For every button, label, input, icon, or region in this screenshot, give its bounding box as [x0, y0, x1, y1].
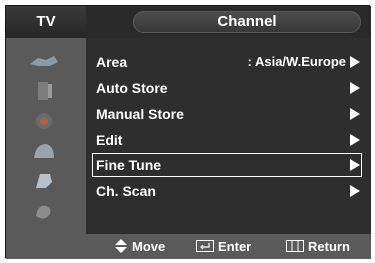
right-arrow-icon [350, 159, 360, 171]
menu-item-label: Fine Tune [96, 157, 162, 173]
menu-item-label: Edit [96, 132, 123, 148]
menu-return-icon [286, 240, 304, 255]
enter-hint: Enter [196, 239, 251, 255]
osd-frame: TV Channel Area: Asia/W.Europe Auto Sto… [0, 0, 375, 263]
right-arrow-icon [350, 108, 360, 120]
application-icon[interactable] [24, 200, 64, 222]
header-bar: Channel [86, 6, 371, 38]
sound-icon[interactable] [24, 80, 64, 102]
menu-item-label: Area [96, 54, 128, 70]
picture-icon[interactable] [24, 50, 64, 72]
setup-icon[interactable] [24, 140, 64, 162]
sidebar [6, 38, 86, 234]
move-hint: Move [114, 239, 165, 256]
channel-icon[interactable] [24, 110, 64, 132]
area-value: : Asia/W.Europe [247, 54, 346, 69]
menu-item-label: Ch. Scan [96, 183, 156, 199]
channel-menu: Area : Asia/W.Europe Auto Store Manual S… [86, 38, 371, 234]
menu-item-label: Manual Store [96, 106, 184, 122]
right-arrow-icon [350, 82, 360, 94]
osd-menu-screen: TV Channel Area: Asia/W.Europe Auto Sto… [5, 5, 371, 259]
menu-item-auto-store[interactable]: Auto Store [92, 76, 362, 100]
input-icon[interactable] [24, 170, 64, 192]
menu-item-edit[interactable]: Edit [92, 128, 362, 152]
menu-item-fine-tune[interactable]: Fine Tune [92, 153, 362, 177]
footer-help-bar: Move Enter Return [6, 234, 371, 259]
menu-item-ch-scan[interactable]: Ch. Scan [92, 179, 362, 203]
return-hint: Return [286, 239, 350, 255]
menu-title: Channel [133, 11, 361, 33]
menu-item-area[interactable]: Area : Asia/W.Europe [92, 50, 362, 74]
right-arrow-icon [350, 56, 360, 68]
menu-item-manual-store[interactable]: Manual Store [92, 102, 362, 126]
menu-item-label: Auto Store [96, 80, 168, 96]
right-arrow-icon [350, 185, 360, 197]
right-arrow-icon [350, 134, 360, 146]
up-down-arrow-icon [114, 239, 128, 256]
enter-icon [196, 240, 214, 255]
source-label: TV [6, 6, 86, 38]
